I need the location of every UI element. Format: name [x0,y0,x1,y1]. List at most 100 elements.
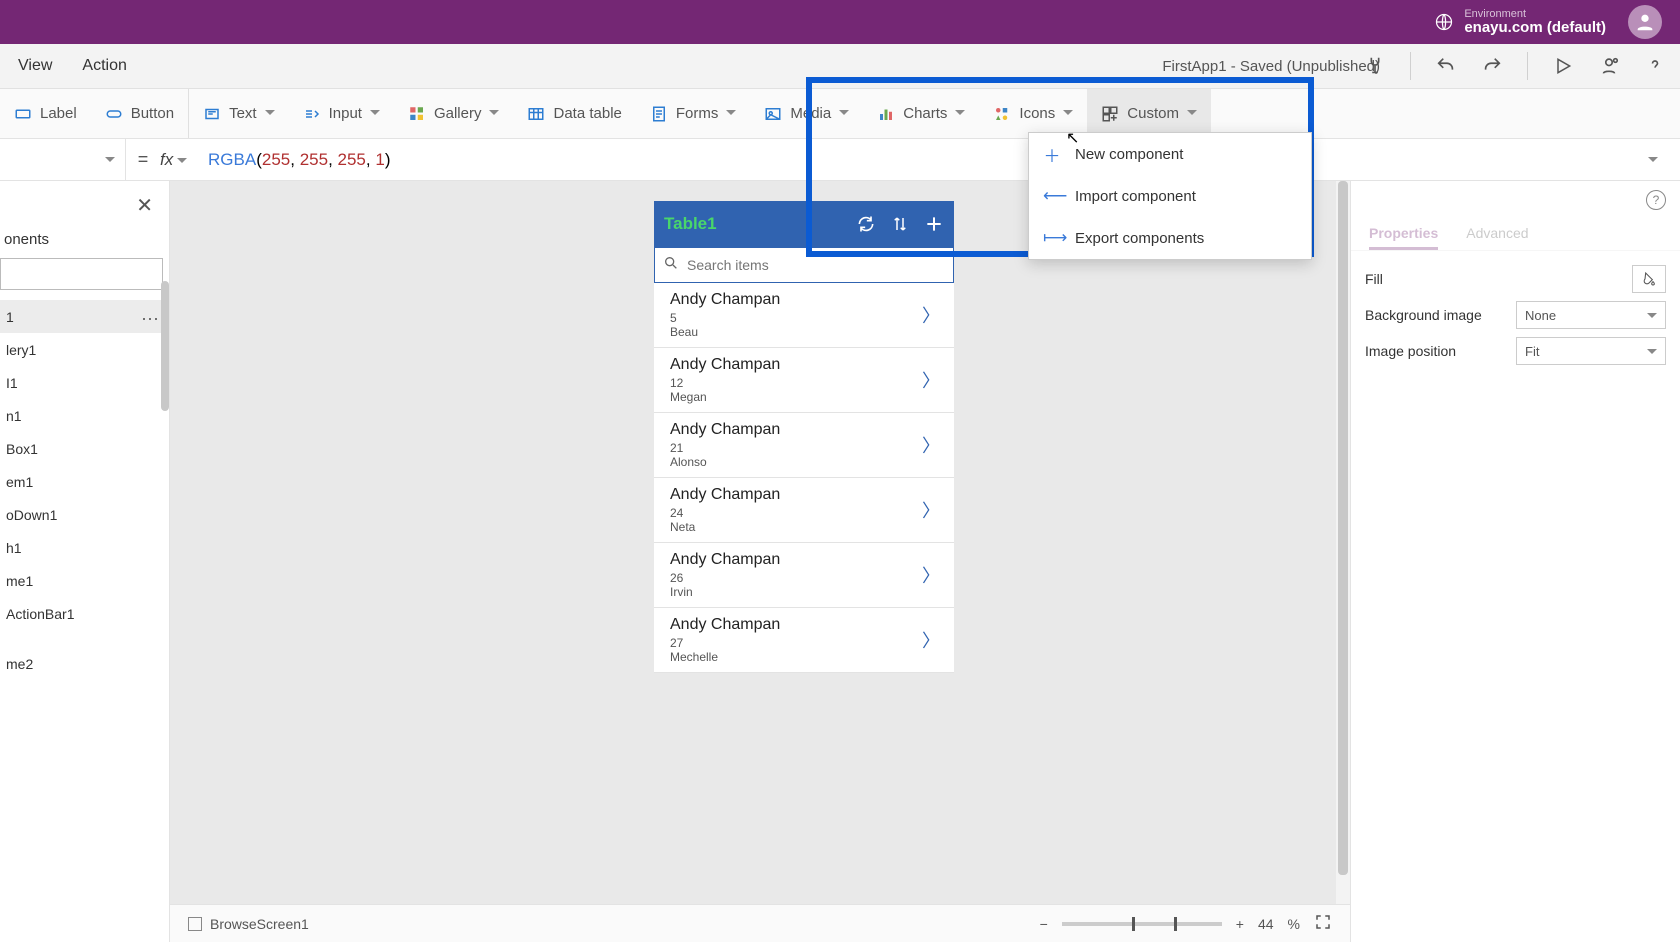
formula-bar: = fx RGBA(255, 255, 255, 1) [0,139,1680,181]
chevron-right-icon: 〉 [922,497,940,523]
mouse-cursor: ↖ [1066,128,1079,148]
close-icon[interactable]: ✕ [136,193,153,218]
fit-icon[interactable] [1314,913,1332,934]
gallery-icon [408,105,426,123]
search-input[interactable] [687,257,945,273]
menu-import-component[interactable]: ⟵ Import component [1029,175,1311,217]
import-icon: ⟵ [1043,186,1061,206]
sort-icon[interactable] [890,214,910,234]
app-checker-icon[interactable] [1364,55,1386,77]
formula-input[interactable]: RGBA(255, 255, 255, 1) [202,150,390,170]
canvas[interactable]: Table1 Andy Champan5Beau〉Andy Champan12M… [170,181,1350,942]
tree-tab[interactable]: onents [0,229,169,258]
list-item[interactable]: Andy Champan21Alonso〉 [654,413,954,478]
chevron-right-icon: 〉 [922,627,940,653]
list-item[interactable]: Andy Champan24Neta〉 [654,478,954,543]
tree-node[interactable] [0,630,169,647]
refresh-icon[interactable] [856,214,876,234]
app-status: FirstApp1 - Saved (Unpublished) [1162,58,1380,75]
list-item[interactable]: Andy Champan26Irvin〉 [654,543,954,608]
forms-icon [650,105,668,123]
ribbon-input[interactable]: Input [289,89,394,138]
custom-icon [1101,105,1119,123]
divider [1410,52,1411,80]
ribbon-charts[interactable]: Charts [863,89,979,138]
ribbon-media[interactable]: Media [750,89,863,138]
formula-expand[interactable] [1648,151,1658,169]
add-icon[interactable] [924,214,944,234]
export-icon: ⟼ [1043,228,1061,248]
list-item[interactable]: Andy Champan27Mechelle〉 [654,608,954,673]
undo-icon[interactable] [1435,55,1457,77]
chevron-right-icon: 〉 [922,562,940,588]
tree-list: 1lery1I1n1Box1em1oDown1h1me1ActionBar1 me… [0,300,169,680]
tree-search[interactable] [0,258,163,290]
divider [1527,52,1528,80]
fx-button[interactable]: fx [160,150,202,170]
scrollbar[interactable] [1336,181,1350,904]
tree-node[interactable]: me1 [0,564,169,597]
scrollbar[interactable] [161,281,169,411]
prop-imgpos-value[interactable]: Fit [1516,337,1666,365]
properties-panel: ? Properties Advanced Fill Background im… [1350,181,1680,942]
menu-view[interactable]: View [18,57,52,75]
search-box[interactable] [654,247,954,283]
ribbon-forms[interactable]: Forms [636,89,751,138]
ribbon-gallery[interactable]: Gallery [394,89,514,138]
zoom-slider[interactable] [1062,922,1222,926]
share-icon[interactable] [1598,55,1620,77]
zoom-in[interactable]: + [1236,916,1244,932]
menu-bar: View Action FirstApp1 - Saved (Unpublish… [0,44,1680,89]
ribbon-custom[interactable]: Custom [1087,89,1211,138]
tree-node[interactable]: Box1 [0,432,169,465]
phone-preview: Table1 Andy Champan5Beau〉Andy Champan12M… [654,201,954,673]
zoom-value: 44 [1258,916,1274,932]
table-icon [527,105,545,123]
environment-value: enayu.com (default) [1464,20,1606,37]
button-icon [105,105,123,123]
chevron-right-icon: 〉 [922,432,940,458]
redo-icon[interactable] [1481,55,1503,77]
ribbon-text[interactable]: Text [189,89,289,138]
tree-node[interactable]: me2 [0,647,169,680]
ribbon-datatable[interactable]: Data table [513,89,635,138]
property-dropdown[interactable] [0,139,126,180]
tree-node[interactable]: oDown1 [0,498,169,531]
ribbon-label[interactable]: Label [0,89,91,138]
help-icon[interactable]: ? [1646,190,1666,210]
tree-node[interactable]: I1 [0,366,169,399]
environment-block[interactable]: Environment enayu.com (default) [1434,8,1606,37]
tree-node[interactable]: n1 [0,399,169,432]
screen-icon [188,917,202,931]
ribbon-button[interactable]: Button [91,89,189,138]
prop-fill-label: Fill [1365,271,1632,287]
tree-node[interactable]: h1 [0,531,169,564]
tree-node[interactable]: ActionBar1 [0,597,169,630]
screen-name[interactable]: BrowseScreen1 [210,916,309,932]
tab-advanced[interactable]: Advanced [1466,219,1528,250]
app-header: Table1 [654,201,954,247]
tree-node[interactable]: em1 [0,465,169,498]
list-item[interactable]: Andy Champan12Megan〉 [654,348,954,413]
plus-icon: ＋ [1043,142,1061,167]
tree-view-panel: ✕ onents 1lery1I1n1Box1em1oDown1h1me1Act… [0,181,170,942]
media-icon [764,105,782,123]
custom-dropdown: ＋ New component ⟵ Import component ⟼ Exp… [1028,132,1312,260]
prop-fill-value[interactable] [1632,265,1666,293]
app-title: Table1 [664,214,717,234]
menu-right-icons [1364,52,1666,80]
zoom-out[interactable]: − [1040,916,1048,932]
menu-export-components[interactable]: ⟼ Export components [1029,217,1311,259]
input-icon [303,105,321,123]
list-item[interactable]: Andy Champan5Beau〉 [654,283,954,348]
menu-action[interactable]: Action [82,57,126,75]
prop-imgpos-label: Image position [1365,343,1516,359]
user-avatar[interactable] [1628,5,1662,39]
tree-node[interactable]: lery1 [0,333,169,366]
prop-bgimage-value[interactable]: None [1516,301,1666,329]
tab-properties[interactable]: Properties [1369,219,1438,250]
tree-node[interactable]: 1 [0,300,169,333]
help-icon[interactable] [1644,55,1666,77]
charts-icon [877,105,895,123]
play-icon[interactable] [1552,55,1574,77]
